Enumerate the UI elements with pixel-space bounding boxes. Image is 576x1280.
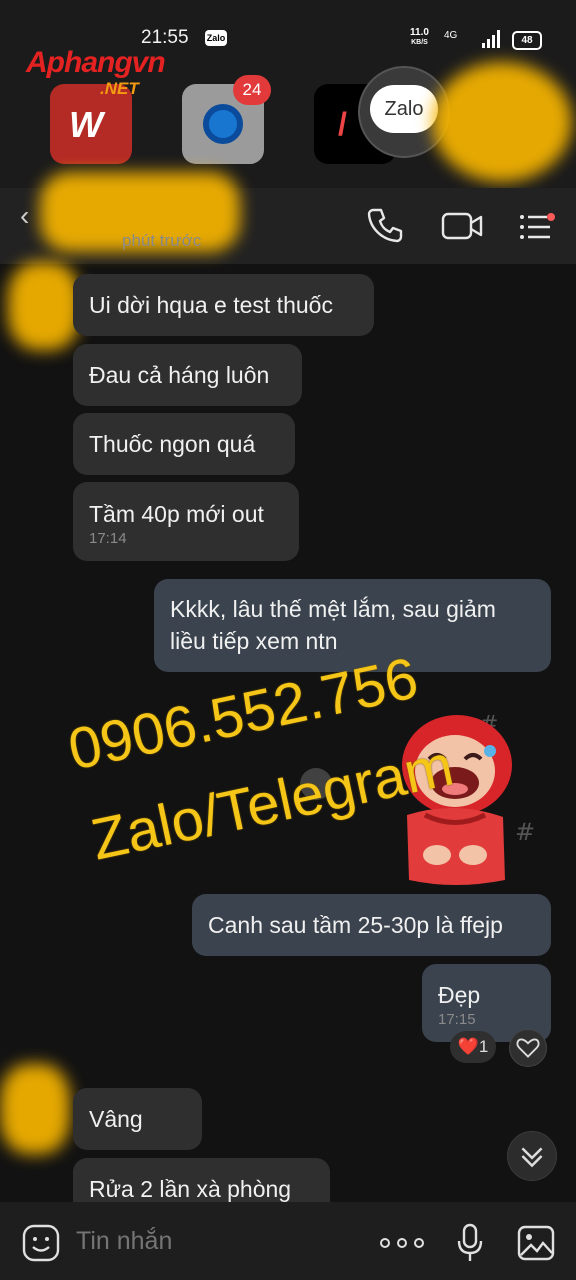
- message-text: Đau cả háng luôn: [89, 362, 270, 388]
- incoming-message[interactable]: Rửa 2 lần xà phòng: [73, 1158, 330, 1206]
- battery-icon: 48: [512, 31, 542, 50]
- signal-icon: [482, 30, 504, 48]
- watermark-logo-suffix: .NET: [100, 79, 139, 98]
- incoming-message[interactable]: Tầm 40p mới out 17:14: [73, 482, 299, 561]
- network-speed-unit: KB/S: [411, 39, 428, 46]
- message-input[interactable]: [74, 1226, 338, 1257]
- message-text: Canh sau tầm 25-30p là ffejp: [208, 912, 503, 938]
- heart-reaction-icon: ❤️: [457, 1037, 479, 1056]
- message-time: 17:14: [89, 530, 127, 547]
- emoji-sticker-icon[interactable]: [22, 1224, 60, 1262]
- zalo-notification-icon: Zalo: [205, 30, 227, 46]
- incoming-message[interactable]: Vâng: [73, 1088, 202, 1150]
- incoming-message[interactable]: Thuốc ngon quá: [73, 413, 295, 475]
- avatar-blur: [8, 262, 80, 350]
- network-type: 4G: [444, 30, 458, 41]
- last-seen-status: phút trước: [122, 231, 202, 250]
- message-text: Kkkk, lâu thế mệt lắm, sau giảm liều tiế…: [170, 596, 496, 654]
- video-call-icon[interactable]: [441, 210, 483, 242]
- incoming-message[interactable]: Đau cả háng luôn: [73, 344, 302, 406]
- privacy-blur: [432, 62, 572, 182]
- message-text: Thuốc ngon quá: [89, 431, 256, 457]
- incoming-message[interactable]: Ui dời hqua e test thuốc: [73, 274, 374, 336]
- message-text: Đẹp: [438, 982, 481, 1008]
- message-time: 17:15: [438, 1011, 476, 1028]
- network-speed-value: 11.0: [410, 27, 429, 38]
- zalo-bubble-label: Zalo: [370, 85, 438, 133]
- message-text: Tầm 40p mới out: [89, 501, 264, 527]
- message-text: Rửa 2 lần xà phòng: [89, 1176, 292, 1202]
- reaction-badge[interactable]: ❤️1: [450, 1031, 496, 1063]
- reaction-count: 1: [478, 1037, 489, 1056]
- message-text: Vâng: [89, 1106, 143, 1132]
- menu-icon[interactable]: [519, 212, 555, 242]
- watermark-logo: Aphangvn: [26, 46, 166, 79]
- back-arrow-icon[interactable]: ‹: [20, 200, 29, 232]
- message-text: Ui dời hqua e test thuốc: [89, 292, 333, 318]
- avatar-blur: [0, 1064, 70, 1154]
- more-options-icon[interactable]: [380, 1238, 424, 1248]
- network-speed: 11.0 KB/S: [410, 28, 429, 48]
- notification-badge: 24: [233, 75, 271, 105]
- image-picker-icon[interactable]: [517, 1225, 555, 1261]
- outgoing-message[interactable]: Canh sau tầm 25-30p là ffejp: [192, 894, 551, 956]
- microphone-icon[interactable]: [455, 1223, 485, 1263]
- svg-text:#: #: [515, 818, 535, 846]
- phone-call-icon[interactable]: [366, 206, 404, 244]
- scroll-down-button[interactable]: [507, 1131, 557, 1181]
- react-heart-button[interactable]: [509, 1029, 547, 1067]
